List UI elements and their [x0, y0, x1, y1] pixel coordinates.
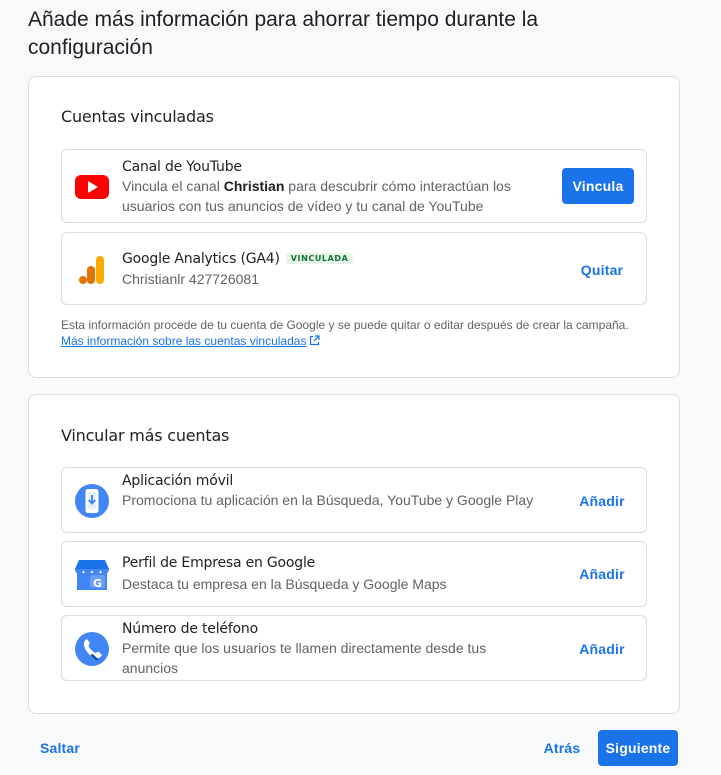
business-profile-description: Destaca tu empresa en la Búsqueda y Goog… — [122, 576, 447, 592]
link-more-accounts-title: Vincular más cuentas — [61, 426, 230, 445]
linked-status-badge: VINCULADA — [285, 253, 354, 264]
youtube-channel-name: Christian — [223, 178, 285, 194]
linked-accounts-card: Cuentas vinculadas Canal de YouTube Vinc… — [28, 76, 680, 378]
back-button[interactable]: Atrás — [536, 738, 588, 758]
next-button[interactable]: Siguiente — [598, 730, 678, 766]
business-profile-title: Perfil de Empresa en Google — [122, 555, 316, 571]
phone-number-description: Permite que los usuarios te llamen direc… — [122, 640, 487, 676]
mobile-app-row: Aplicación móvil Promociona tu aplicació… — [61, 467, 647, 533]
linked-accounts-learn-more-link[interactable]: Más información sobre las cuentas vincul… — [61, 334, 306, 348]
add-phone-number-button[interactable]: Añadir — [572, 639, 632, 659]
remove-analytics-button[interactable]: Quitar — [574, 260, 630, 280]
linked-accounts-footnote: Esta información procede de tu cuenta de… — [61, 318, 629, 350]
page-title: Añade más información para ahorrar tiemp… — [28, 8, 539, 59]
business-profile-row: G Perfil de Empresa en Google Destaca tu… — [61, 541, 647, 607]
youtube-description: Vincula el canal Christian para descubri… — [122, 178, 511, 214]
youtube-channel-row: Canal de YouTube Vincula el canal Christ… — [61, 149, 647, 223]
phone-icon — [75, 632, 109, 671]
link-more-accounts-card: Vincular más cuentas Aplicación móvil Pr… — [28, 394, 680, 714]
youtube-icon — [75, 175, 109, 204]
youtube-title: Canal de YouTube — [122, 159, 242, 175]
business-profile-icon: G — [75, 558, 109, 595]
google-analytics-icon — [79, 254, 105, 289]
svg-text:G: G — [93, 577, 102, 590]
mobile-app-description: Promociona tu aplicación en la Búsqueda,… — [122, 492, 534, 508]
analytics-title: Google Analytics (GA4) — [122, 251, 280, 267]
phone-number-title: Número de teléfono — [122, 621, 258, 637]
analytics-account: Christianlr 427726081 — [122, 271, 259, 287]
skip-button[interactable]: Saltar — [30, 738, 90, 758]
add-business-profile-button[interactable]: Añadir — [572, 564, 632, 584]
linked-accounts-title: Cuentas vinculadas — [61, 107, 214, 126]
mobile-app-icon — [75, 484, 109, 523]
phone-number-row: Número de teléfono Permite que los usuar… — [61, 615, 647, 681]
mobile-app-title: Aplicación móvil — [122, 473, 234, 489]
external-link-icon — [309, 334, 321, 350]
add-mobile-app-button[interactable]: Añadir — [572, 491, 632, 511]
analytics-row: Google Analytics (GA4) VINCULADA Christia… — [61, 232, 647, 305]
analytics-title-line: Google Analytics (GA4) VINCULADA — [122, 251, 354, 267]
link-youtube-button[interactable]: Vincula — [562, 168, 634, 204]
